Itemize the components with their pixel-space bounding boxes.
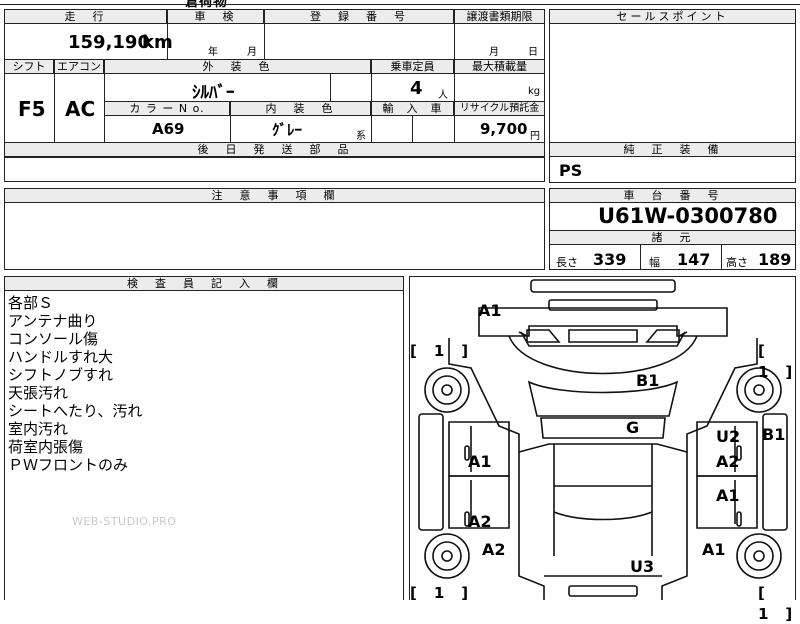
mark-right-front-door: U2 bbox=[716, 427, 741, 446]
tire-depth-rear-right: [ 1 ] bbox=[758, 584, 794, 623]
spec-length-label: 長さ bbox=[556, 256, 578, 269]
color-no-value: A69 bbox=[152, 120, 185, 138]
note-line: ＰＷフロントのみ bbox=[8, 456, 129, 474]
note-line: アンテナ曲り bbox=[8, 312, 98, 330]
tire-depth-front-right: [ 1 ] bbox=[758, 342, 794, 381]
divider bbox=[54, 74, 55, 142]
spec-length-value: 339 bbox=[593, 250, 627, 269]
tire-depth-front-left: [ 1 ] bbox=[410, 342, 470, 360]
mileage-unit: km bbox=[142, 32, 173, 53]
divider bbox=[640, 245, 641, 270]
recycle-header: リサイクル預託金 bbox=[454, 101, 545, 116]
note-line: ハンドルすれ大 bbox=[8, 348, 114, 366]
mark-front-bumper: A1 bbox=[478, 301, 502, 320]
shift-value: F5 bbox=[18, 97, 46, 121]
inspection-year-unit: 年 bbox=[208, 47, 218, 58]
interior-color-unit: 系 bbox=[356, 131, 366, 142]
note-line: 各部Ｓ bbox=[8, 294, 54, 312]
transfer-day-unit: 日 bbox=[528, 47, 538, 58]
top-cut-text-2: 99 bbox=[340, 0, 355, 3]
registration-header: 登 録 番 号 bbox=[264, 9, 454, 24]
note-line: 室内汚れ bbox=[8, 420, 69, 438]
inspection-month-unit: 月 bbox=[247, 47, 257, 58]
spec-width-label: 幅 bbox=[649, 256, 660, 269]
genuine-equipment-value: PS bbox=[559, 161, 583, 180]
max-load-unit: kg bbox=[528, 86, 541, 97]
capacity-header: 乗車定員 bbox=[371, 59, 454, 74]
color-no-header: カ ラ ー N o. bbox=[104, 101, 230, 116]
import-header: 輸 入 車 bbox=[371, 101, 454, 116]
divider bbox=[230, 116, 231, 142]
note-line: 天張汚れ bbox=[8, 384, 69, 402]
mileage-header: 走 行 bbox=[4, 9, 167, 24]
mark-right-skirt: B1 bbox=[762, 425, 786, 444]
chassis-header: 車 台 番 号 bbox=[549, 188, 796, 203]
later-parts-header: 後 日 発 送 部 品 bbox=[4, 142, 545, 157]
caution-header: 注 意 事 項 欄 bbox=[4, 188, 545, 203]
mark-left-front-door: A1 bbox=[468, 452, 492, 471]
divider bbox=[264, 24, 265, 59]
divider bbox=[330, 74, 331, 101]
interior-color-value: ｸﾞﾚｰ bbox=[272, 121, 303, 139]
capacity-unit: 人 bbox=[438, 90, 448, 101]
genuine-equipment-header: 純 正 装 備 bbox=[549, 142, 796, 157]
note-line: 荷室内張傷 bbox=[8, 438, 84, 456]
specs-header: 諸 元 bbox=[549, 230, 796, 245]
mark-windshield: G bbox=[626, 418, 640, 437]
mark-right-rear-fender: A1 bbox=[702, 540, 726, 559]
spec-height-label: 高さ bbox=[726, 256, 748, 269]
recycle-value: 9,700 bbox=[480, 120, 528, 138]
divider bbox=[454, 24, 455, 59]
shift-header: シフト bbox=[4, 59, 54, 74]
note-line: シートへたり、汚れ bbox=[8, 402, 143, 420]
divider bbox=[412, 116, 413, 142]
note-line: コンソール傷 bbox=[8, 330, 99, 348]
spec-height-value: 189 bbox=[758, 250, 792, 269]
interior-color-header: 内 装 色 bbox=[230, 101, 371, 116]
aircon-value: AC bbox=[65, 97, 96, 121]
inspector-header: 検 査 員 記 入 欄 bbox=[4, 276, 404, 291]
aircon-header: エアコン bbox=[54, 59, 104, 74]
watermark-text: WEB-STUDIO.PRO bbox=[72, 515, 177, 528]
capacity-value: 4 bbox=[410, 78, 423, 99]
mileage-value: 159,190 bbox=[68, 32, 150, 53]
inspection-header: 車 検 bbox=[167, 9, 264, 24]
spec-width-value: 147 bbox=[677, 250, 711, 269]
transfer-month-unit: 月 bbox=[489, 47, 499, 58]
inspector-notes: 各部Ｓ アンテナ曲り コンソール傷 ハンドルすれ大 シフトノブすれ 天張汚れ シ… bbox=[8, 294, 142, 474]
note-line: シフトノブすれ bbox=[8, 366, 114, 384]
recycle-unit: 円 bbox=[530, 131, 540, 142]
mark-hood: B1 bbox=[636, 371, 660, 390]
mark-right-front-door-2: A2 bbox=[716, 452, 740, 471]
later-parts-box bbox=[4, 157, 545, 182]
max-load-header: 最大積載量 bbox=[454, 59, 545, 74]
exterior-color-header: 外 装 色 bbox=[104, 59, 371, 74]
chassis-number: U61W-0300780 bbox=[598, 204, 778, 228]
mark-rear: U3 bbox=[630, 557, 655, 576]
mark-right-rear-door: A1 bbox=[716, 486, 740, 505]
mark-left-rear-door: A2 bbox=[468, 512, 492, 531]
divider bbox=[721, 245, 722, 270]
mark-left-rear-fender: A2 bbox=[482, 540, 506, 559]
exterior-color-value: ｼﾙﾊﾞｰ bbox=[192, 83, 235, 103]
sales-point-header: セールスポイント bbox=[549, 9, 796, 24]
transfer-deadline-header: 譲渡書類期限 bbox=[454, 9, 545, 24]
top-rule bbox=[0, 4, 800, 5]
